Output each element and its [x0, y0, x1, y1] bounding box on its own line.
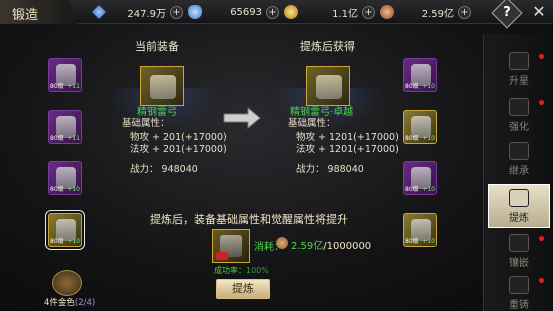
slot-plus: +10: [422, 186, 435, 193]
slot-plus: +10: [67, 186, 80, 193]
red-dot-badge: [539, 100, 544, 105]
help-button[interactable]: ?: [491, 0, 523, 29]
add-gem-button[interactable]: +: [266, 5, 279, 19]
after-base-label: 基础属性：: [288, 118, 336, 129]
inlay-icon: [509, 234, 529, 252]
after-power: 战力： 988040: [296, 164, 364, 175]
enhance-icon: [509, 98, 529, 116]
material-slot[interactable]: [212, 229, 250, 263]
tab-upgrade-star[interactable]: 升星: [488, 48, 550, 92]
current-stat-magic: 法攻 + 201(+17000): [130, 144, 227, 155]
equip-slot-weapon-selected[interactable]: 80级 +10: [48, 213, 82, 247]
equip-slot-bracer[interactable]: 80级 +10: [48, 161, 82, 195]
tab-recast[interactable]: 重铸: [488, 272, 550, 311]
red-dot-badge: [539, 54, 544, 59]
refine-notice: 提炼后，装备基础属性和觉醒属性将提升: [150, 213, 348, 226]
add-crystal-button[interactable]: +: [170, 5, 183, 19]
tab-label: 重铸: [509, 300, 529, 311]
bow-icon: [150, 75, 176, 99]
inherit-icon: [509, 142, 529, 160]
resource-copper: 2.59亿 +: [380, 3, 471, 21]
set-bonus-icon[interactable]: [52, 270, 82, 296]
material-badge: [216, 252, 228, 260]
set-bonus-text: 4件金色: [44, 298, 75, 308]
slot-plus: +10: [422, 83, 435, 90]
copper-coin-icon: [380, 5, 394, 19]
success-rate: 成功率：100%: [214, 265, 269, 276]
success-value: 100%: [246, 266, 269, 275]
resource-crystal: 247.9万 +: [92, 3, 183, 21]
bow-icon: [316, 75, 342, 99]
resource-gold: 1.1亿 +: [284, 3, 375, 21]
cost-have: 2.59亿: [291, 241, 324, 252]
gem-value: 65693: [230, 6, 262, 18]
tab-inherit[interactable]: 继承: [488, 138, 550, 182]
after-stat-magic: 法攻 + 1201(+17000): [296, 144, 399, 155]
cost-value: 2.59亿/1000000: [291, 237, 371, 252]
star-upgrade-icon: [509, 52, 529, 70]
tab-label: 升星: [509, 76, 529, 87]
tab-enhance[interactable]: 强化: [488, 94, 550, 138]
equip-slot-helmet[interactable]: 80级 +11: [48, 58, 82, 92]
after-item-icon-box[interactable]: [306, 66, 350, 106]
slot-plus: +11: [67, 135, 80, 142]
after-equip-header: 提炼后获得: [300, 40, 355, 53]
forge-screen: { "header": { "title": "锻造", "resources"…: [0, 0, 553, 311]
current-equip-header: 当前装备: [135, 40, 179, 53]
slot-plus: +10: [422, 238, 435, 245]
set-bonus-label: 4件金色(2/4): [44, 296, 95, 308]
slot-plus: +10: [422, 135, 435, 142]
page-title: 锻造: [12, 8, 39, 23]
crystal-value: 247.9万: [127, 8, 166, 20]
add-gold-button[interactable]: +: [362, 5, 375, 19]
copper-coin-icon: [276, 237, 288, 249]
slot-level: 80级: [50, 83, 64, 90]
question-icon: ?: [503, 5, 511, 20]
gold-value: 1.1亿: [332, 8, 358, 20]
slot-level: 80级: [50, 135, 64, 142]
current-item-name: 精钢雷弓: [137, 107, 177, 118]
slot-plus: +11: [67, 83, 80, 90]
close-button[interactable]: ✕: [528, 2, 550, 22]
tab-refine[interactable]: 提炼: [488, 184, 550, 228]
arrow-right-icon: [223, 107, 261, 129]
resource-gem: 65693 +: [188, 3, 279, 21]
equip-slot-ring[interactable]: 80级 +10: [403, 213, 437, 247]
slot-level: 80级: [50, 186, 64, 193]
current-item-icon-box[interactable]: [140, 66, 184, 106]
copper-value: 2.59亿: [421, 8, 454, 20]
top-bar: 锻造 247.9万 + 65693 + 1.1亿 + 2.59亿 + ? ✕: [0, 0, 553, 29]
cost-need: /1000000: [323, 241, 372, 252]
red-dot-badge: [539, 278, 544, 283]
blue-gem-icon: [188, 5, 202, 19]
add-copper-button[interactable]: +: [458, 5, 471, 19]
recast-icon: [509, 276, 529, 294]
tab-inlay[interactable]: 镶嵌: [488, 230, 550, 274]
tab-label: 继承: [509, 166, 529, 177]
equip-slot-armor[interactable]: 80级 +11: [48, 110, 82, 144]
slot-plus: +10: [67, 238, 80, 245]
refine-button[interactable]: 提炼: [216, 279, 270, 299]
tab-label: 提炼: [509, 213, 529, 224]
equip-slot-boots[interactable]: 80级 +10: [403, 161, 437, 195]
slot-level: 80级: [405, 186, 419, 193]
slot-level: 80级: [50, 238, 64, 245]
gold-coin-icon: [284, 5, 298, 19]
slot-level: 80级: [405, 238, 419, 245]
tab-label: 强化: [509, 122, 529, 133]
current-base-label: 基础属性：: [122, 118, 170, 129]
success-label: 成功率：: [214, 266, 246, 275]
slot-level: 80级: [405, 135, 419, 142]
refine-icon: [509, 189, 529, 207]
equip-slot-necklace[interactable]: 80级 +10: [403, 58, 437, 92]
slot-level: 80级: [405, 83, 419, 90]
set-bonus-count: (2/4): [74, 298, 96, 308]
current-power: 战力： 948040: [130, 164, 198, 175]
tab-label: 镶嵌: [509, 258, 529, 269]
after-item-name: 精钢雷弓·卓越: [290, 107, 354, 118]
equip-slot-belt[interactable]: 80级 +10: [403, 110, 437, 144]
blue-crystal-icon: [92, 5, 106, 19]
red-dot-badge: [539, 236, 544, 241]
side-tab-bar: 升星 强化 继承 提炼 镶嵌 重铸: [483, 34, 553, 311]
